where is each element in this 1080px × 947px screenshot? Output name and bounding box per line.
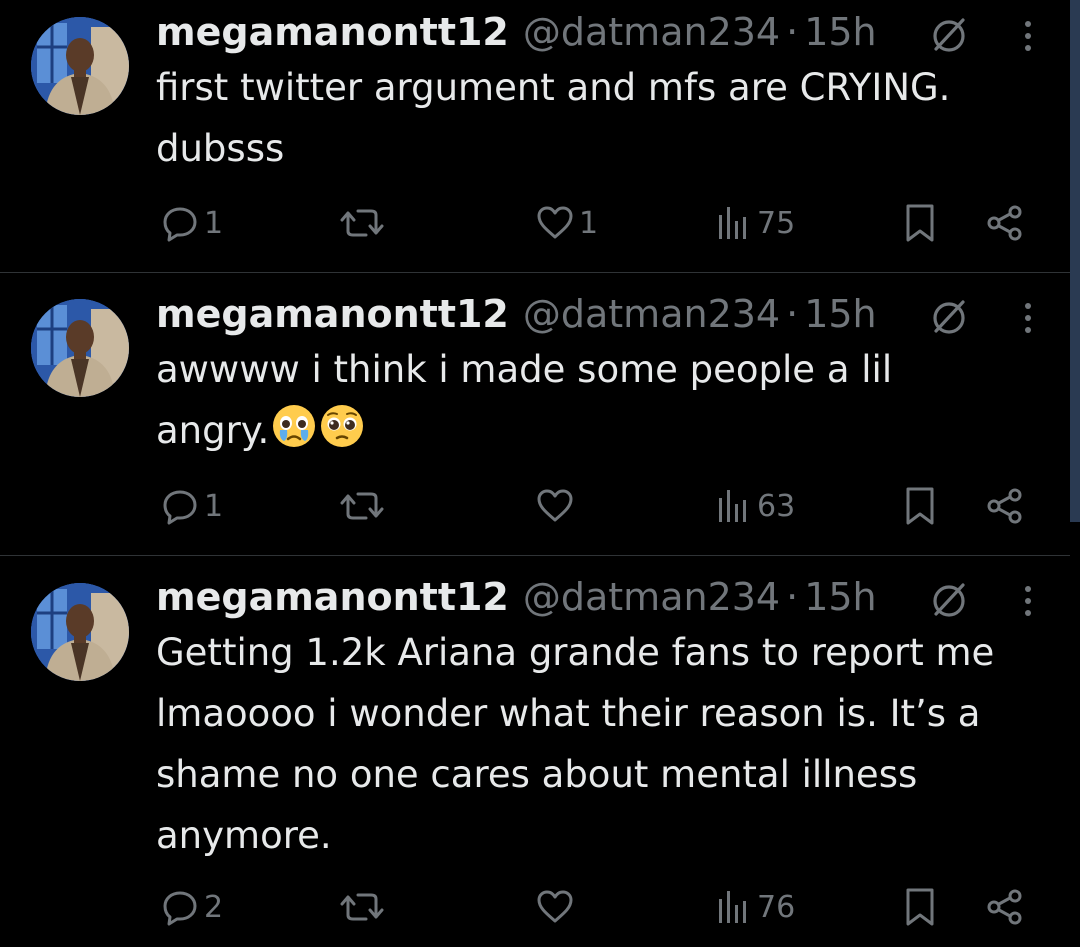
share-icon xyxy=(985,486,1025,526)
views-button[interactable]: 75 xyxy=(713,193,795,253)
timestamp[interactable]: 15h xyxy=(804,10,876,54)
reply-button[interactable]: 2 xyxy=(160,877,223,937)
share-icon xyxy=(985,887,1025,927)
share-icon xyxy=(985,203,1025,243)
view-count: 63 xyxy=(757,488,796,524)
like-button[interactable] xyxy=(535,476,579,536)
handle[interactable]: @datman234 xyxy=(523,292,780,336)
share-button[interactable] xyxy=(985,193,1025,253)
tweet-text: awwww i think i made some people a lil a… xyxy=(156,339,1056,461)
avatar[interactable] xyxy=(31,299,129,397)
repost-button[interactable] xyxy=(340,877,388,937)
action-bar: 2 76 xyxy=(150,877,1040,937)
tweet[interactable]: megamanontt12 @datman234 · 15h first twitte… xyxy=(0,0,1070,272)
views-button[interactable]: 63 xyxy=(713,476,795,536)
repost-icon xyxy=(340,203,384,243)
heart-icon xyxy=(535,203,575,243)
more-icon[interactable] xyxy=(1016,16,1040,56)
share-button[interactable] xyxy=(985,877,1025,937)
more-icon[interactable] xyxy=(1016,581,1040,621)
scrollbar[interactable] xyxy=(1070,0,1080,522)
heart-icon xyxy=(535,887,575,927)
tweet-text-content: Getting 1.2k Ariana grande fans to repor… xyxy=(156,631,995,857)
tweet[interactable]: megamanontt12 @datman234 · 15h awwww i thin… xyxy=(0,272,1070,555)
bookmark-icon xyxy=(900,887,940,927)
like-button[interactable] xyxy=(535,877,579,937)
grok-icon[interactable] xyxy=(929,16,969,56)
tweet-header: megamanontt12 @datman234 · 15h xyxy=(156,573,1036,621)
reply-button[interactable]: 1 xyxy=(160,193,223,253)
view-count: 75 xyxy=(757,205,796,241)
repost-button[interactable] xyxy=(340,193,388,253)
action-bar: 1 63 xyxy=(150,476,1040,536)
display-name[interactable]: megamanontt12 xyxy=(156,10,509,54)
tweet-header: megamanontt12 @datman234 · 15h xyxy=(156,290,1036,338)
view-count: 76 xyxy=(757,889,796,925)
bookmark-icon xyxy=(900,203,940,243)
bookmark-button[interactable] xyxy=(900,476,940,536)
like-button[interactable]: 1 xyxy=(535,193,598,253)
heart-icon xyxy=(535,486,575,526)
display-name[interactable]: megamanontt12 xyxy=(156,575,509,619)
handle[interactable]: @datman234 xyxy=(523,10,780,54)
separator: · xyxy=(786,575,799,619)
grok-icon[interactable] xyxy=(929,581,969,621)
display-name[interactable]: megamanontt12 xyxy=(156,292,509,336)
bookmark-button[interactable] xyxy=(900,193,940,253)
avatar[interactable] xyxy=(31,583,129,681)
action-bar: 1 1 75 xyxy=(150,193,1040,253)
avatar[interactable] xyxy=(31,17,129,115)
timestamp[interactable]: 15h xyxy=(804,575,876,619)
separator: · xyxy=(786,292,799,336)
separator: · xyxy=(786,10,799,54)
repost-icon xyxy=(340,486,384,526)
reply-count: 1 xyxy=(204,205,224,241)
tweet-text: Getting 1.2k Ariana grande fans to repor… xyxy=(156,622,1056,866)
tweet-text-content: awwww i think i made some people a lil a… xyxy=(156,348,893,452)
views-icon xyxy=(713,887,753,927)
reply-icon xyxy=(160,486,200,526)
tweet[interactable]: megamanontt12 @datman234 · 15h Getting 1.2k… xyxy=(0,555,1070,947)
views-button[interactable]: 76 xyxy=(713,877,795,937)
tweet-header: megamanontt12 @datman234 · 15h xyxy=(156,8,1036,56)
views-icon xyxy=(713,486,753,526)
crying-face-emoji xyxy=(271,403,317,449)
repost-button[interactable] xyxy=(340,476,388,536)
timestamp[interactable]: 15h xyxy=(804,292,876,336)
bookmark-button[interactable] xyxy=(900,877,940,937)
share-button[interactable] xyxy=(985,476,1025,536)
like-count: 1 xyxy=(579,205,599,241)
bookmark-icon xyxy=(900,486,940,526)
repost-icon xyxy=(340,887,384,927)
tweet-text: first twitter argument and mfs are CRYIN… xyxy=(156,57,1056,179)
reply-count: 1 xyxy=(204,488,224,524)
reply-button[interactable]: 1 xyxy=(160,476,223,536)
reply-icon xyxy=(160,887,200,927)
reply-count: 2 xyxy=(204,889,224,925)
views-icon xyxy=(713,203,753,243)
handle[interactable]: @datman234 xyxy=(523,575,780,619)
more-icon[interactable] xyxy=(1016,298,1040,338)
grok-icon[interactable] xyxy=(929,298,969,338)
tweet-text-content: first twitter argument and mfs are CRYIN… xyxy=(156,66,951,170)
reply-icon xyxy=(160,203,200,243)
pleading-face-emoji xyxy=(319,403,365,449)
